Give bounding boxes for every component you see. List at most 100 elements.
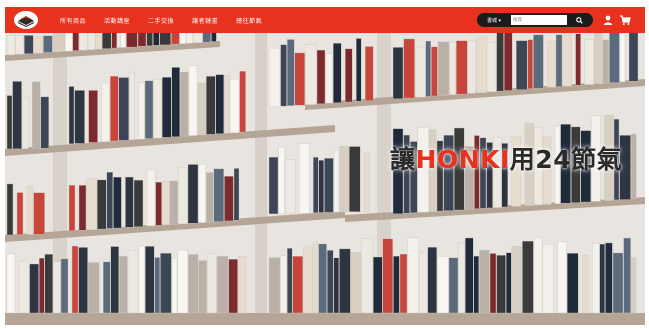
book-spine [29, 263, 39, 314]
book-spine [24, 35, 34, 54]
book-spine [382, 238, 393, 314]
search-button[interactable] [567, 13, 591, 27]
book-spine [179, 33, 187, 44]
book-spine [486, 41, 497, 93]
nav-reader-books[interactable]: 讓者鏈書 [192, 16, 218, 25]
book-spine [324, 157, 334, 213]
book-spine [52, 35, 60, 53]
hero-title: 讓HONKI用24節氣 [390, 140, 622, 176]
book-spine [120, 33, 127, 48]
book-spine [6, 183, 14, 236]
book-spine [628, 33, 639, 82]
book-spine [467, 40, 476, 94]
book-spine [79, 33, 88, 51]
book-spine [22, 97, 29, 149]
book-spine [60, 258, 69, 314]
book-spine [171, 258, 178, 314]
book-spine [557, 241, 567, 314]
book-spine [155, 181, 162, 226]
book-spine [146, 169, 156, 227]
book-spine [144, 246, 155, 314]
book-spine [177, 249, 188, 314]
nav-solar-terms[interactable]: 總往節氣 [236, 16, 262, 25]
book-spine [592, 243, 600, 314]
book-spine [584, 39, 594, 85]
book-spine [125, 176, 134, 228]
book-spine [138, 82, 145, 140]
user-icon[interactable] [602, 14, 614, 26]
hero-title-accent: HONKI [415, 145, 510, 174]
book-spine [72, 33, 80, 51]
book-spine [144, 80, 154, 139]
book-spine [516, 40, 528, 90]
book-spine [318, 160, 324, 213]
book-spine [547, 41, 556, 88]
book-spine [373, 256, 383, 314]
book-spine [205, 172, 214, 223]
cart-icon[interactable] [619, 14, 631, 26]
book-spine [605, 242, 613, 314]
book-stack-logo-icon[interactable] [13, 10, 39, 30]
book-spine [619, 33, 626, 83]
book-spine [268, 257, 281, 314]
book-spine [504, 33, 513, 91]
book-spine [522, 240, 534, 314]
book-spine [192, 33, 203, 43]
book-spine [137, 33, 147, 47]
book-spine [602, 39, 609, 84]
book-spine [180, 71, 189, 137]
book-spine [287, 39, 295, 106]
book-spine [427, 247, 437, 314]
book-spine [392, 47, 404, 100]
nav-all-products[interactable]: 所有商品 [60, 16, 86, 25]
book-spine [527, 39, 533, 89]
book-spine [169, 180, 179, 225]
book-spine [171, 67, 181, 137]
book-spine [178, 167, 188, 225]
book-spine [78, 185, 87, 231]
book-spine [313, 157, 319, 213]
book-spine [224, 176, 234, 222]
book-spine [339, 248, 351, 314]
search-category-dropdown[interactable]: 書城 ▾ [477, 13, 511, 27]
search-input[interactable] [511, 15, 567, 25]
book-spine [215, 74, 225, 134]
book-spine [456, 40, 468, 95]
book-spine [316, 49, 326, 105]
search-bar: 書城 ▾ [477, 13, 593, 27]
book-spine [111, 33, 118, 49]
book-spine [101, 33, 112, 49]
book-spine [74, 90, 85, 144]
nav-secondhand[interactable]: 二手交換 [148, 16, 174, 25]
book-spine [33, 36, 43, 54]
book-spine [364, 152, 370, 212]
book-spine [555, 34, 563, 87]
book-spine [437, 256, 449, 314]
nav-events[interactable]: 活動講座 [104, 16, 130, 25]
book-spine [567, 253, 579, 314]
book-spine [186, 33, 193, 44]
book-spine [202, 33, 212, 43]
book-spine [127, 250, 139, 314]
hero-title-prefix: 讓 [390, 145, 416, 174]
book-spine [533, 237, 543, 314]
book-spine [333, 43, 342, 103]
book-spine [292, 256, 303, 314]
book-spine [198, 260, 208, 314]
book-spine [88, 90, 98, 143]
book-spine [631, 133, 637, 200]
book-spine [403, 38, 415, 99]
hero-banner[interactable]: 讓HONKI用24節氣 [5, 33, 645, 325]
book-spine [40, 96, 49, 149]
book-spine [16, 192, 24, 235]
book-spine [415, 46, 426, 98]
book-spine [407, 237, 419, 314]
book-spine [101, 82, 110, 142]
book-spine [153, 79, 162, 139]
book-spine [287, 248, 293, 314]
book-spine [161, 181, 170, 226]
book-spine [71, 245, 79, 314]
book-spine [356, 38, 362, 102]
book-spine [187, 254, 199, 314]
book-spine [229, 79, 240, 133]
